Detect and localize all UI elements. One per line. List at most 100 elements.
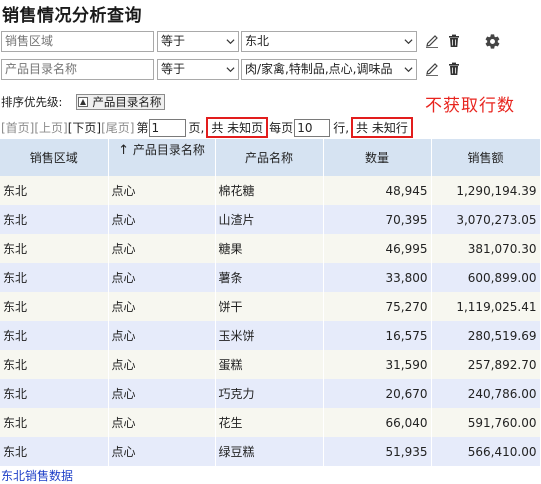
column-header[interactable]: 销售额 <box>431 139 541 176</box>
filter-row-1: 等于 东北 <box>1 30 501 52</box>
table-row: 东北 点心 饼干 75,270 1,119,025.41 <box>0 292 541 321</box>
region-cell: 东北 <box>0 437 109 466</box>
page-title: 销售情况分析查询 <box>2 6 142 26</box>
chevron-down-icon <box>404 38 413 44</box>
quantity-cell: 16,575 <box>323 321 432 350</box>
prev-page-link[interactable]: [上页] <box>34 119 67 136</box>
edit-icon[interactable] <box>423 60 441 78</box>
region-cell: 东北 <box>0 321 109 350</box>
value-text: 肉/家禽,特制品,点心,调味品 <box>245 61 393 76</box>
column-header[interactable]: 销售区域 <box>0 139 109 176</box>
first-page-link[interactable]: [首页] <box>1 119 34 136</box>
operator-select[interactable]: 等于 <box>157 58 239 80</box>
sales-cell: 3,070,273.05 <box>431 205 541 234</box>
edit-icon[interactable] <box>423 32 441 50</box>
operator-value: 等于 <box>161 33 186 48</box>
product-cell: 薯条 <box>215 263 324 292</box>
category-cell: 点心 <box>108 205 216 234</box>
table-row: 东北 点心 蛋糕 31,590 257,892.70 <box>0 350 541 379</box>
product-cell: 绿豆糕 <box>215 437 324 466</box>
value-select[interactable]: 东北 <box>241 30 417 52</box>
table-row: 东北 点心 薯条 33,800 600,899.00 <box>0 263 541 292</box>
category-cell: 点心 <box>108 234 216 263</box>
value-select[interactable]: 肉/家禽,特制品,点心,调味品 <box>241 58 417 80</box>
sales-cell: 600,899.00 <box>431 263 541 292</box>
trash-icon[interactable] <box>445 32 463 50</box>
product-cell: 糖果 <box>215 234 324 263</box>
gear-icon[interactable] <box>483 32 501 50</box>
page-prefix: 第 <box>136 121 149 135</box>
sales-cell: 280,519.69 <box>431 321 541 350</box>
column-header-label: 产品目录名称 <box>132 143 205 157</box>
region-cell: 东北 <box>0 263 109 292</box>
region-cell: 东北 <box>0 350 109 379</box>
filter-field-input[interactable] <box>1 58 154 80</box>
per-page-prefix: 每页 <box>269 121 294 135</box>
quantity-cell: 70,395 <box>323 205 432 234</box>
total-pages-text: 共 未知页 <box>211 121 264 135</box>
sales-cell: 566,410.00 <box>431 437 541 466</box>
category-cell: 点心 <box>108 292 216 321</box>
table-header-row: 销售区域 ↑ 产品目录名称 产品名称 数量 销售额 <box>0 139 541 176</box>
sort-priority-bar: 排序优先级: 产品目录名称 <box>1 93 166 111</box>
region-cell: 东北 <box>0 234 109 263</box>
filter-row-2: 等于 肉/家禽,特制品,点心,调味品 <box>1 58 463 80</box>
quantity-cell: 66,040 <box>323 408 432 437</box>
sort-asc-icon <box>78 97 89 107</box>
quantity-cell: 51,935 <box>323 437 432 466</box>
product-cell: 饼干 <box>215 292 324 321</box>
total-rows-text: 共 未知行 <box>356 121 408 135</box>
region-cell: 东北 <box>0 176 109 205</box>
product-cell: 巧克力 <box>215 379 324 408</box>
quantity-cell: 46,995 <box>323 234 432 263</box>
last-page-link[interactable]: [尾页] <box>101 119 134 136</box>
page-suffix: 页, <box>188 121 205 135</box>
quantity-cell: 33,800 <box>323 263 432 292</box>
table-row: 东北 点心 棉花糖 48,945 1,290,194.39 <box>0 176 541 205</box>
table-row: 东北 点心 巧克力 20,670 240,786.00 <box>0 379 541 408</box>
sort-asc-icon: ↑ <box>118 143 130 158</box>
table-row: 东北 点心 山渣片 70,395 3,070,273.05 <box>0 205 541 234</box>
region-cell: 东北 <box>0 292 109 321</box>
sales-table: 销售区域 ↑ 产品目录名称 产品名称 数量 销售额 东北 点心 棉花糖 48,9… <box>0 139 541 466</box>
filter-field-input[interactable] <box>1 30 154 52</box>
region-cell: 东北 <box>0 379 109 408</box>
quantity-cell: 31,590 <box>323 350 432 379</box>
sales-cell: 240,786.00 <box>431 379 541 408</box>
category-cell: 点心 <box>108 263 216 292</box>
notice-text: 不获取行数 <box>425 96 515 116</box>
chevron-down-icon <box>404 66 413 72</box>
per-page-input[interactable] <box>294 118 331 137</box>
page-number-input[interactable] <box>148 118 186 137</box>
value-text: 东北 <box>245 33 270 48</box>
chevron-down-icon <box>226 38 235 44</box>
product-cell: 花生 <box>215 408 324 437</box>
region-cell: 东北 <box>0 408 109 437</box>
column-header[interactable]: 数量 <box>323 139 432 176</box>
operator-select[interactable]: 等于 <box>157 30 239 52</box>
sales-cell: 381,070.30 <box>431 234 541 263</box>
table-row: 东北 点心 绿豆糕 51,935 566,410.00 <box>0 437 541 466</box>
product-cell: 蛋糕 <box>215 350 324 379</box>
column-header-sorted[interactable]: ↑ 产品目录名称 <box>108 139 216 176</box>
quantity-cell: 48,945 <box>323 176 432 205</box>
pager: [首页] [上页] [下页] [尾页] 第 页, 共 未知页 每页 行, 共 未… <box>1 117 413 138</box>
table-row: 东北 点心 玉米饼 16,575 280,519.69 <box>0 321 541 350</box>
product-cell: 玉米饼 <box>215 321 324 350</box>
sales-cell: 1,290,194.39 <box>431 176 541 205</box>
category-cell: 点心 <box>108 437 216 466</box>
sort-tag-category[interactable]: 产品目录名称 <box>76 94 166 110</box>
category-cell: 点心 <box>108 379 216 408</box>
product-cell: 山渣片 <box>215 205 324 234</box>
sort-priority-label: 排序优先级: <box>1 95 63 109</box>
table-row: 东北 点心 花生 66,040 591,760.00 <box>0 408 541 437</box>
category-cell: 点心 <box>108 408 216 437</box>
trash-icon[interactable] <box>445 60 463 78</box>
category-cell: 点心 <box>108 350 216 379</box>
quantity-cell: 20,670 <box>323 379 432 408</box>
total-rows: 共 未知行 <box>351 117 413 138</box>
sales-cell: 257,892.70 <box>431 350 541 379</box>
footer-data-link[interactable]: 东北销售数据 <box>1 467 73 484</box>
next-page-link[interactable]: [下页] <box>68 119 101 136</box>
column-header[interactable]: 产品名称 <box>215 139 324 176</box>
